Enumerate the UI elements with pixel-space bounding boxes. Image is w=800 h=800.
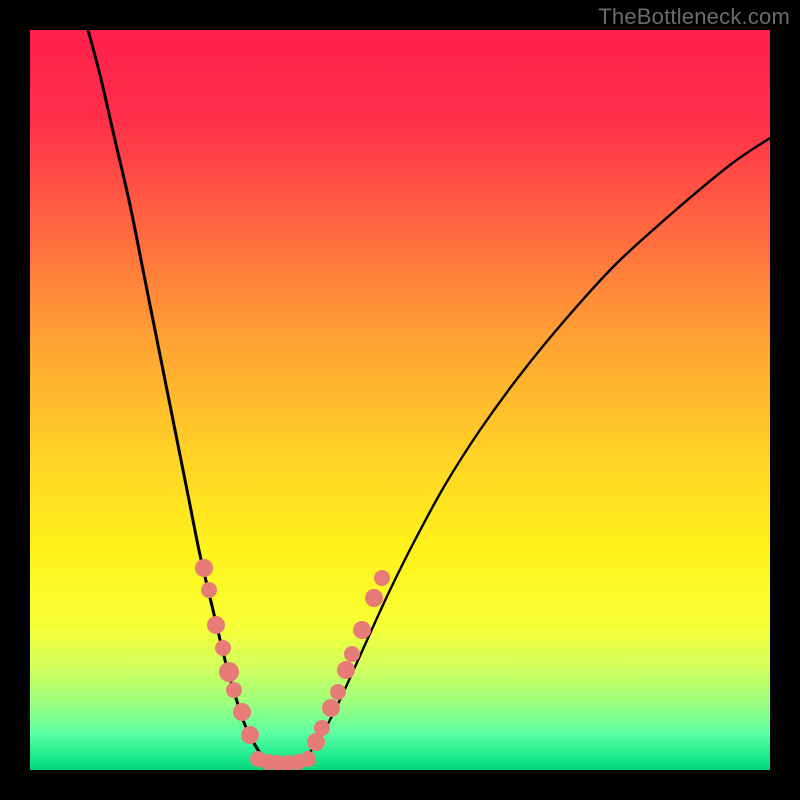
marker-left — [219, 662, 239, 682]
marker-right — [365, 589, 383, 607]
marker-right — [344, 646, 360, 662]
marker-right — [314, 720, 330, 736]
gradient-background — [30, 30, 770, 770]
marker-left — [195, 559, 213, 577]
marker-left — [215, 640, 231, 656]
chart-container: TheBottleneck.com — [0, 0, 800, 800]
marker-left — [201, 582, 217, 598]
marker-left — [233, 703, 251, 721]
marker-right — [374, 570, 390, 586]
marker-right — [322, 699, 340, 717]
marker-right — [330, 684, 346, 700]
marker-left — [241, 726, 259, 744]
plot-area — [30, 30, 770, 770]
marker-right — [337, 661, 355, 679]
marker-right — [353, 621, 371, 639]
marker-left — [207, 616, 225, 634]
marker-bottom — [300, 751, 316, 767]
marker-left — [226, 682, 242, 698]
chart-svg — [30, 30, 770, 770]
watermark-text: TheBottleneck.com — [598, 4, 790, 30]
